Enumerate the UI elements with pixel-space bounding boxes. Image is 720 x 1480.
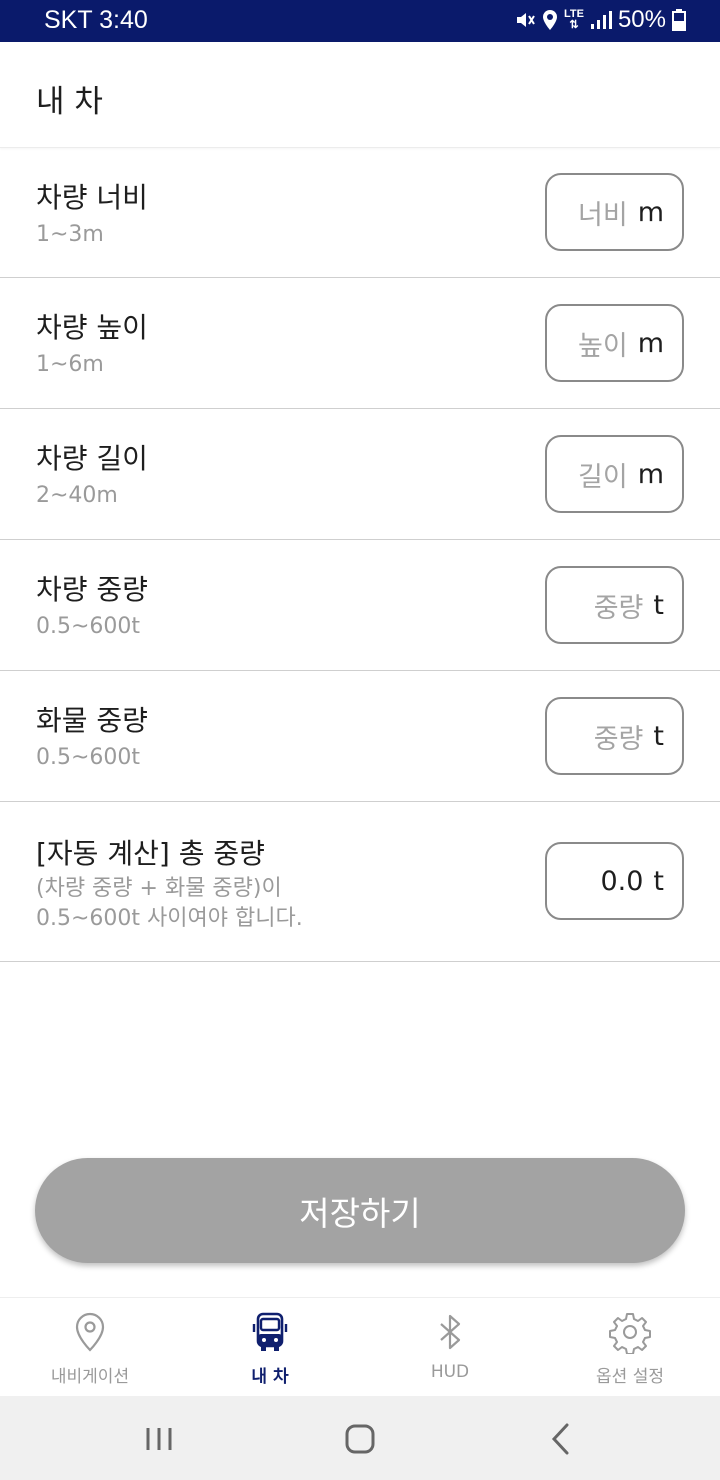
- battery-percent: 50%: [617, 6, 666, 33]
- signal-icon: [590, 10, 612, 30]
- row-label: 차량 중량: [36, 573, 148, 606]
- mute-icon: [514, 9, 536, 31]
- nav-label: 내 차: [251, 1367, 289, 1387]
- vehicle-weight-row: 차량 중량 0.5~600t 중량 t: [0, 540, 720, 671]
- row-hint: 0.5~600t: [36, 745, 141, 770]
- bottom-nav: 내비게이션 내 차 HUD 옵션 설정: [0, 1297, 720, 1396]
- nav-label: 내비게이션: [50, 1367, 130, 1387]
- battery-icon: [672, 9, 686, 31]
- gear-icon: [608, 1310, 652, 1355]
- row-hint: 2~40m: [36, 483, 118, 508]
- input-unit: t: [653, 589, 664, 621]
- app-header: 내 차: [0, 42, 720, 148]
- row-hint: 1~3m: [36, 222, 104, 247]
- row-label: 화물 중량: [36, 704, 148, 737]
- home-icon[interactable]: [335, 1414, 385, 1464]
- row-hint-line1: (차량 중량 + 화물 중량)이: [36, 876, 282, 901]
- input-placeholder: 길이: [578, 461, 628, 493]
- location-icon: [542, 9, 558, 31]
- row-label: 차량 너비: [36, 181, 148, 214]
- input-placeholder: 중량: [593, 723, 644, 755]
- back-icon[interactable]: [536, 1414, 586, 1464]
- vehicle-width-row: 차량 너비 1~3m 너비 m: [0, 148, 720, 278]
- input-unit: m: [637, 327, 664, 359]
- row-label: [자동 계산] 총 중량: [36, 837, 265, 870]
- nav-item-my-car[interactable]: 내 차: [180, 1298, 360, 1397]
- row-label: 차량 높이: [36, 311, 148, 344]
- cargo-weight-row: 화물 중량 0.5~600t 중량 t: [0, 671, 720, 802]
- vehicle-height-row: 차량 높이 1~6m 높이 m: [0, 278, 720, 409]
- status-bar: SKT 3:40 LTE ⇅ 50%: [0, 0, 720, 42]
- width-input[interactable]: 너비 m: [545, 173, 684, 251]
- input-unit: m: [637, 458, 664, 490]
- total-weight-row: [자동 계산] 총 중량 (차량 중량 + 화물 중량)이 0.5~600t 사…: [0, 802, 720, 962]
- row-hint: 1~6m: [36, 352, 104, 377]
- status-icons: LTE ⇅ 50%: [514, 6, 686, 34]
- total-weight-display: 0.0 t: [545, 842, 684, 920]
- input-placeholder: 너비: [578, 199, 628, 231]
- row-hint-line2: 0.5~600t 사이여야 합니다.: [36, 906, 303, 931]
- input-unit: t: [653, 720, 664, 752]
- lte-icon: LTE ⇅: [563, 8, 584, 31]
- truck-icon: [248, 1310, 292, 1354]
- vehicle-weight-input[interactable]: 중량 t: [545, 566, 684, 644]
- input-placeholder: 중량: [593, 592, 644, 624]
- height-input[interactable]: 높이 m: [545, 304, 684, 382]
- nav-label: HUD: [430, 1362, 470, 1382]
- input-placeholder: 높이: [578, 330, 628, 362]
- system-nav-bar: [0, 1396, 720, 1480]
- location-pin-icon: [68, 1310, 112, 1354]
- input-unit: m: [637, 196, 664, 228]
- nav-label: 옵션 설정: [596, 1367, 664, 1387]
- bluetooth-icon: [428, 1310, 472, 1354]
- nav-item-navigation[interactable]: 내비게이션: [0, 1298, 180, 1397]
- recent-apps-icon[interactable]: [134, 1414, 184, 1464]
- carrier-time: SKT 3:40: [44, 6, 148, 34]
- page-title: 내 차: [36, 84, 103, 120]
- vehicle-length-row: 차량 길이 2~40m 길이 m: [0, 409, 720, 540]
- length-input[interactable]: 길이 m: [545, 435, 684, 513]
- nav-item-hud[interactable]: HUD: [360, 1298, 540, 1397]
- input-unit: t: [653, 865, 664, 897]
- total-weight-value: 0.0: [600, 865, 644, 897]
- nav-item-options[interactable]: 옵션 설정: [540, 1298, 720, 1397]
- row-label: 차량 길이: [36, 442, 148, 475]
- cargo-weight-input[interactable]: 중량 t: [545, 697, 684, 775]
- row-hint: 0.5~600t: [36, 614, 141, 639]
- save-button[interactable]: 저장하기: [35, 1158, 685, 1263]
